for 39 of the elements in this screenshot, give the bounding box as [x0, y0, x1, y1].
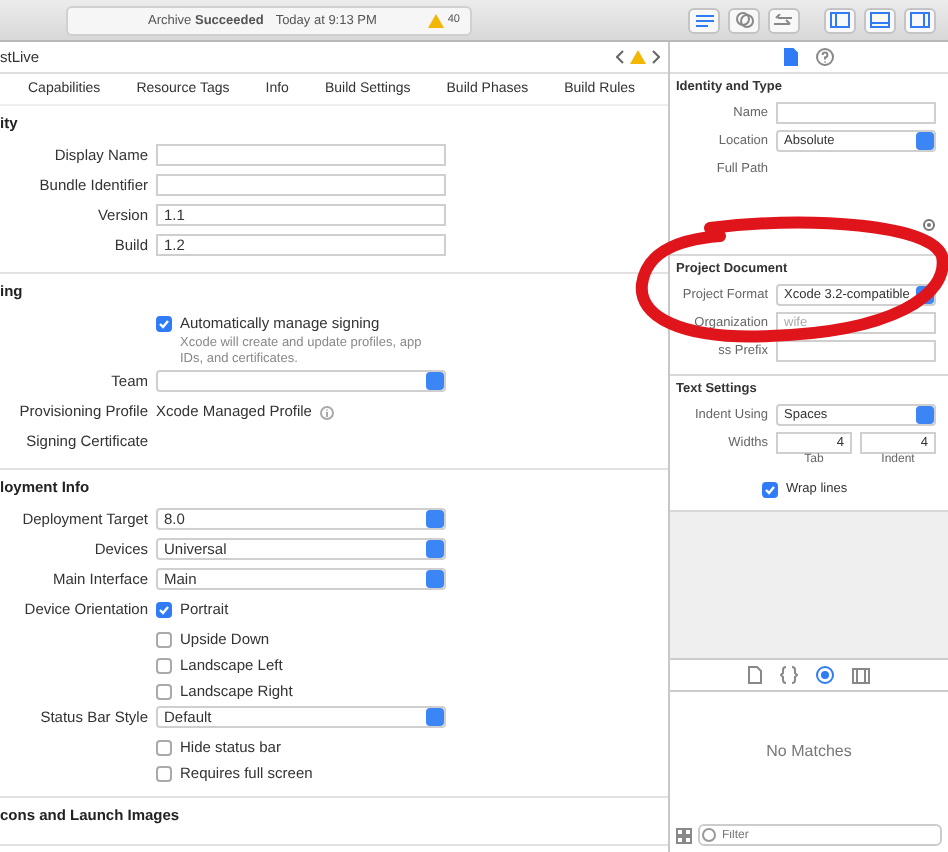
bottom-panel-icon	[870, 12, 890, 28]
popup-button[interactable]	[156, 370, 446, 392]
checkbox[interactable]	[156, 684, 172, 700]
rings-icon	[735, 12, 753, 28]
left-panel-icon	[830, 12, 850, 28]
info-icon[interactable]	[319, 406, 334, 420]
filter-icon	[702, 828, 716, 842]
panel-toggle-button[interactable]	[864, 7, 896, 33]
checkbox[interactable]	[762, 482, 778, 498]
circle-icon[interactable]	[816, 666, 834, 684]
film-icon[interactable]	[852, 667, 870, 683]
checkbox[interactable]	[156, 602, 172, 618]
editor-mode-button[interactable]	[688, 7, 720, 33]
text-field[interactable]	[156, 174, 446, 196]
checkbox[interactable]	[156, 658, 172, 674]
empty-message: No Matches	[766, 742, 852, 760]
arrows-icon	[774, 13, 794, 27]
warning-icon[interactable]	[630, 50, 646, 64]
right-panel-icon	[910, 12, 930, 28]
text-field[interactable]	[156, 144, 446, 166]
forward-icon[interactable]	[652, 50, 660, 64]
text-field[interactable]	[776, 340, 936, 362]
text-field[interactable]	[776, 102, 936, 124]
grid-icon[interactable]	[676, 827, 692, 843]
document-icon[interactable]	[748, 666, 762, 684]
document-icon[interactable]	[784, 48, 798, 66]
checkbox[interactable]	[156, 632, 172, 648]
editor-mode-button[interactable]	[728, 7, 760, 33]
lines-icon	[695, 13, 713, 27]
gear-icon[interactable]	[922, 218, 936, 232]
braces-icon[interactable]	[780, 666, 798, 684]
checkbox[interactable]	[156, 766, 172, 782]
checkbox[interactable]	[156, 316, 172, 332]
help-icon[interactable]	[816, 48, 834, 66]
checkbox[interactable]	[156, 740, 172, 756]
editor-mode-button[interactable]	[768, 7, 800, 33]
back-icon[interactable]	[616, 50, 624, 64]
panel-toggle-button[interactable]	[904, 7, 936, 33]
panel-toggle-button[interactable]	[824, 7, 856, 33]
